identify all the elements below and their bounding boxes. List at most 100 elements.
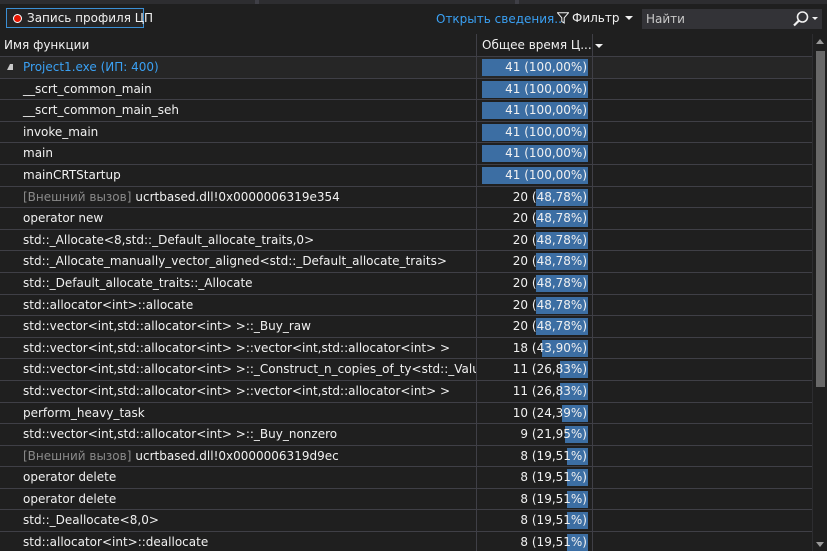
function-name: std::allocator<int>::deallocate: [23, 532, 208, 551]
filter-label: Фильтр: [572, 11, 620, 25]
function-name-cell: perform_heavy_task: [0, 402, 477, 424]
total-cpu-time-cell: 41 (100,00%): [477, 57, 593, 78]
function-name-cell: invoke_main: [0, 121, 477, 143]
total-cpu-time-value: 41 (100,00%): [505, 167, 587, 182]
total-cpu-time-value: 41 (100,00%): [505, 81, 587, 96]
function-name-cell: operator delete: [0, 467, 477, 488]
total-cpu-time-cell: 11 (26,83%): [477, 359, 593, 380]
total-cpu-time-cell: 20 (48,78%): [477, 229, 593, 251]
total-cpu-time-value: 8 (19,51%): [520, 535, 587, 550]
filter-icon: [557, 12, 569, 24]
sort-descending-icon: [594, 43, 603, 48]
record-cpu-profile-button[interactable]: Запись профиля ЦП: [6, 8, 153, 28]
function-name-cell: Project1.exe (ИП: 400): [0, 57, 477, 78]
function-name-label: std::vector<int,std::allocator<int> >::_…: [23, 319, 311, 334]
record-icon: [13, 13, 22, 23]
table-row[interactable]: std::allocator<int>::allocate 20 (48,78%): [0, 294, 812, 317]
column-header-total-cpu-time-label: Общее время Ц...: [482, 38, 592, 52]
total-cpu-time-value: 18 (43,90%): [512, 340, 587, 355]
total-cpu-time-cell: 8 (19,51%): [477, 510, 593, 532]
function-name: std::vector<int,std::allocator<int> >::v…: [23, 381, 450, 401]
empty-cell: [593, 424, 812, 445]
function-name-label: operator delete: [23, 491, 117, 506]
column-header-total-cpu-time[interactable]: Общее время Ц...: [477, 34, 603, 56]
table-row[interactable]: std::vector<int,std::allocator<int> >::v…: [0, 380, 812, 403]
open-details-link[interactable]: Открыть сведения...: [436, 12, 566, 26]
table-row[interactable]: invoke_main 41 (100,00%): [0, 121, 812, 144]
external-call-prefix: [Внешний вызов]: [23, 189, 132, 204]
table-row[interactable]: __scrt_common_main 41 (100,00%): [0, 78, 812, 101]
total-cpu-time-value: 41 (100,00%): [505, 60, 587, 74]
function-name-label: std::_Default_allocate_traits::_Allocate: [23, 275, 253, 290]
table-row[interactable]: std::_Allocate_manually_vector_aligned<s…: [0, 251, 812, 273]
table-row[interactable]: std::vector<int,std::allocator<int> >::_…: [0, 424, 812, 446]
empty-cell: [593, 187, 812, 208]
function-name-label: perform_heavy_task: [23, 405, 145, 420]
function-name: std::vector<int,std::allocator<int> >::_…: [23, 359, 476, 379]
scroll-up-arrow-icon[interactable]: [816, 39, 824, 44]
function-name: operator new: [23, 208, 103, 228]
function-name-cell: [Внешний вызов] ucrtbased.dll!0x000000631…: [0, 445, 477, 467]
profiler-toolbar: Запись профиля ЦП Открыть сведения... Фи…: [0, 4, 827, 34]
function-name-cell: std::_Allocate_manually_vector_aligned<s…: [0, 251, 477, 272]
total-cpu-time-value: 20 (48,78%): [512, 232, 587, 247]
function-name: std::vector<int,std::allocator<int> >::_…: [23, 316, 311, 336]
table-row[interactable]: main 41 (100,00%): [0, 143, 812, 165]
vertical-scrollbar[interactable]: [812, 34, 827, 551]
table-row[interactable]: operator delete 8 (19,51%): [0, 467, 812, 489]
scroll-down-arrow-icon[interactable]: [816, 542, 824, 547]
table-row[interactable]: mainCRTStartup 41 (100,00%): [0, 164, 812, 187]
table-row[interactable]: std::allocator<int>::deallocate 8 (19,51%…: [0, 532, 812, 551]
total-cpu-time-cell: 8 (19,51%): [477, 532, 593, 551]
table-row[interactable]: std::vector<int,std::allocator<int> >::v…: [0, 337, 812, 360]
total-cpu-time-cell: 18 (43,90%): [477, 337, 593, 359]
table-row[interactable]: __scrt_common_main_seh 41 (100,00%): [0, 100, 812, 122]
function-name-cell: std::vector<int,std::allocator<int> >::_…: [0, 316, 477, 337]
table-row[interactable]: operator delete 8 (19,51%): [0, 488, 812, 511]
function-name-cell: std::allocator<int>::allocate: [0, 294, 477, 316]
table-row[interactable]: std::vector<int,std::allocator<int> >::_…: [0, 316, 812, 338]
table-row[interactable]: std::vector<int,std::allocator<int> >::_…: [0, 359, 812, 381]
function-name: std::_Allocate<8,std::_Default_allocate_…: [23, 230, 314, 250]
total-cpu-time-cell: 8 (19,51%): [477, 488, 593, 510]
function-name-cell: operator new: [0, 208, 477, 229]
table-row[interactable]: std::_Default_allocate_traits::_Allocate…: [0, 272, 812, 295]
table-row[interactable]: [Внешний вызов] ucrtbased.dll!0x000000631…: [0, 445, 812, 468]
expand-collapse-icon[interactable]: [7, 64, 13, 70]
search-input[interactable]: [642, 9, 790, 29]
total-cpu-time-value: 20 (48,78%): [512, 189, 587, 204]
function-name-cell: [Внешний вызов] ucrtbased.dll!0x000000631…: [0, 186, 477, 208]
total-cpu-time-cell: 41 (100,00%): [477, 143, 593, 164]
empty-cell: [593, 230, 812, 251]
function-name-cell: main: [0, 143, 477, 164]
table-row[interactable]: perform_heavy_task 10 (24,39%): [0, 402, 812, 425]
filter-dropdown[interactable]: Фильтр: [557, 11, 634, 25]
table-row[interactable]: std::_Allocate<8,std::_Default_allocate_…: [0, 229, 812, 252]
search-icon[interactable]: [792, 10, 810, 28]
function-name-label: ucrtbased.dll!0x0000006319d9ec: [135, 448, 339, 463]
table-row-root[interactable]: Project1.exe (ИП: 400) 41 (100,00%): [0, 57, 812, 79]
function-name-cell: __scrt_common_main_seh: [0, 100, 477, 121]
total-cpu-time-value: 20 (48,78%): [512, 211, 587, 226]
function-name-label: mainCRTStartup: [23, 167, 121, 182]
total-cpu-time-value: 8 (19,51%): [520, 470, 587, 485]
total-cpu-time-value: 11 (26,83%): [512, 362, 587, 377]
function-name: mainCRTStartup: [23, 165, 121, 185]
function-name: __scrt_common_main: [23, 79, 152, 99]
scrollbar-thumb[interactable]: [816, 51, 825, 387]
table-row[interactable]: std::_Deallocate<8,0> 8 (19,51%): [0, 510, 812, 533]
empty-cell: [593, 510, 812, 531]
empty-cell: [593, 251, 812, 272]
function-name-cell: std::allocator<int>::deallocate: [0, 532, 477, 551]
table-row[interactable]: operator new 20 (48,78%): [0, 208, 812, 230]
function-name-cell: std::_Deallocate<8,0>: [0, 510, 477, 532]
function-name-label: operator delete: [23, 470, 117, 485]
function-name-label: ucrtbased.dll!0x0000006319e354: [135, 189, 340, 204]
column-header-function-name[interactable]: Имя функции: [0, 34, 477, 56]
table-row[interactable]: [Внешний вызов] ucrtbased.dll!0x000000631…: [0, 186, 812, 209]
function-name-label: std::_Deallocate<8,0>: [23, 513, 159, 528]
total-cpu-time-value: 20 (48,78%): [512, 254, 587, 269]
search-options-chevron-icon[interactable]: [812, 17, 818, 20]
total-cpu-time-cell: 11 (26,83%): [477, 380, 593, 402]
function-name: __scrt_common_main_seh: [23, 100, 179, 120]
